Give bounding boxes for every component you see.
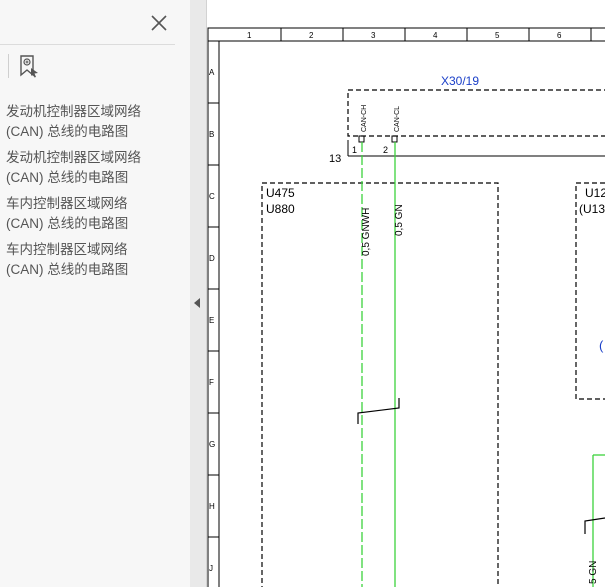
connector-id: X30/19 — [441, 74, 479, 88]
row-ruler: A B C D E F G H J — [208, 68, 219, 573]
wire-label-far-right: 5 GN — [588, 561, 599, 584]
bookmark-item[interactable]: 车内控制器区域网络 (CAN) 总线的电路图 — [6, 194, 184, 234]
module-right-line2: (U13 — [579, 202, 605, 216]
toolbar-separator — [8, 54, 9, 78]
column-label: 1 — [247, 31, 252, 40]
pin2-label: CAN-CL — [394, 106, 401, 132]
row-label: B — [209, 130, 214, 139]
frame-border — [207, 27, 605, 587]
column-label: 4 — [433, 31, 438, 40]
module-box-left — [261, 182, 499, 587]
column-label: 2 — [309, 31, 314, 40]
document-view[interactable]: 1 2 3 4 5 6 A B C D E F G H J X30/19 CAN-CH CAN-CL 1 … — [207, 0, 605, 587]
row-label: H — [209, 502, 215, 511]
bookmark-label: 车内控制器区域网络 — [6, 196, 128, 211]
column-label: 5 — [495, 31, 500, 40]
bookmark-item[interactable]: 发动机控制器区域网络 (CAN) 总线的电路图 — [6, 148, 184, 188]
bookmark-search-icon — [20, 55, 38, 78]
bookmark-label: 发动机控制器区域网络 — [6, 104, 141, 119]
close-icon — [151, 15, 167, 31]
row-label: C — [209, 192, 215, 201]
row-label: G — [209, 440, 215, 449]
pin2-number: 2 — [383, 145, 388, 155]
add-bookmark-button[interactable] — [8, 52, 42, 80]
module-right-line1: U12 — [585, 186, 605, 200]
panel-divider — [0, 44, 175, 45]
bookmark-label: 发动机控制器区域网络 — [6, 150, 141, 165]
pin1-label: CAN-CH — [361, 105, 368, 132]
wire-label-left: 0,5 GNWH — [361, 208, 372, 256]
twisted-pair-symbol-right — [584, 517, 605, 534]
pin2-contact — [391, 135, 398, 143]
row-label: E — [209, 316, 214, 325]
row-label: J — [209, 564, 213, 573]
connector-box — [347, 89, 605, 137]
module-left-line2: U880 — [266, 202, 295, 216]
pin1-number: 1 — [352, 145, 357, 155]
twisted-pair-symbol — [357, 398, 400, 424]
row-label: F — [209, 378, 214, 387]
wiring-diagram: 1 2 3 4 5 6 A B C D E F G H J X30/19 CAN-CH CAN-CL 1 … — [207, 27, 605, 587]
bookmark-label: (CAN) 总线的电路图 — [6, 124, 129, 139]
pin1-contact — [358, 135, 365, 143]
module-right-note: ( — [599, 338, 604, 353]
collapse-arrow-icon[interactable] — [194, 298, 200, 308]
bookmark-panel: 发动机控制器区域网络 (CAN) 总线的电路图 发动机控制器区域网络 (CAN)… — [0, 0, 191, 587]
bookmark-label: (CAN) 总线的电路图 — [6, 216, 129, 231]
bookmark-item[interactable]: 车内控制器区域网络 (CAN) 总线的电路图 — [6, 240, 184, 280]
bookmark-label: (CAN) 总线的电路图 — [6, 262, 129, 277]
panel-resize-strip[interactable] — [190, 0, 207, 587]
column-ruler: 1 2 3 4 5 6 — [247, 28, 592, 41]
close-panel-button[interactable] — [148, 12, 170, 34]
splice-number: 13 — [329, 153, 341, 165]
wire-label-right: 0,5 GN — [394, 204, 405, 236]
bookmark-list: 发动机控制器区域网络 (CAN) 总线的电路图 发动机控制器区域网络 (CAN)… — [6, 102, 184, 286]
row-label: A — [209, 68, 215, 77]
row-label: D — [209, 254, 215, 263]
bookmark-label: 车内控制器区域网络 — [6, 242, 128, 257]
bookmark-label: (CAN) 总线的电路图 — [6, 170, 129, 185]
column-label: 3 — [371, 31, 376, 40]
column-label: 6 — [557, 31, 562, 40]
bookmark-item[interactable]: 发动机控制器区域网络 (CAN) 总线的电路图 — [6, 102, 184, 142]
module-left-line1: U475 — [266, 186, 295, 200]
